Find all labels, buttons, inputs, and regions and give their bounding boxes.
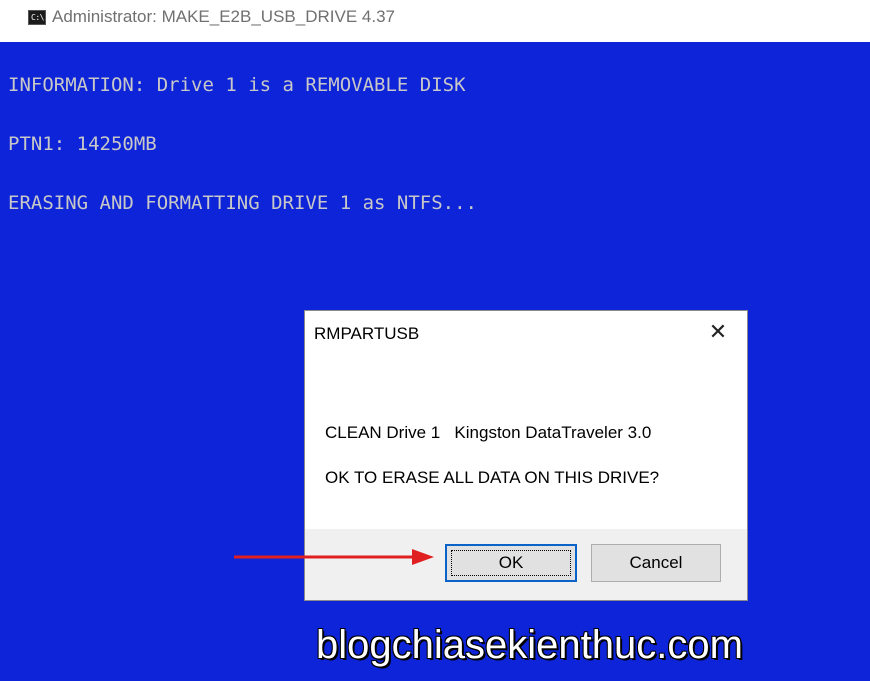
title-bar: C:\. Administrator: MAKE_E2B_USB_DRIVE 4… <box>0 0 870 42</box>
command-prompt-icon: C:\. <box>28 10 49 25</box>
console-line: ERASING AND FORMATTING DRIVE 1 as NTFS..… <box>8 192 477 214</box>
focus-rectangle <box>451 550 571 576</box>
console-line: PTN1: 14250MB <box>8 133 157 155</box>
close-icon[interactable]: ✕ <box>705 319 731 345</box>
ok-button[interactable]: OK <box>445 544 577 582</box>
arrow-head <box>412 549 434 565</box>
dialog-message-confirm: OK TO ERASE ALL DATA ON THIS DRIVE? <box>325 468 660 487</box>
window-title: Administrator: MAKE_E2B_USB_DRIVE 4.37 <box>52 7 395 26</box>
dialog-title: RMPARTUSB <box>314 324 420 343</box>
command-prompt-icon-label: C:\. <box>31 13 49 22</box>
cancel-button-label: Cancel <box>629 553 683 572</box>
watermark-text: blogchiasekienthuc.com <box>316 623 743 667</box>
red-arrow-annotation <box>234 549 434 565</box>
cancel-button[interactable]: Cancel <box>591 544 721 582</box>
console-line: INFORMATION: Drive 1 is a REMOVABLE DISK <box>8 74 466 96</box>
dialog-message-drive: CLEAN Drive 1 Kingston DataTraveler 3.0 <box>325 423 652 442</box>
